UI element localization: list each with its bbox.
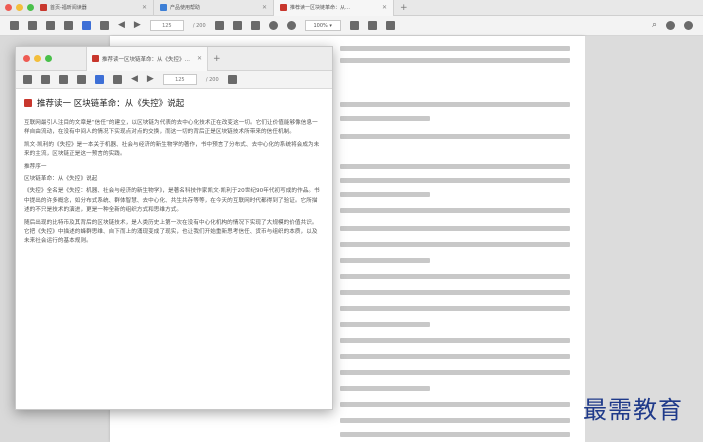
paragraph: 区块链革命：从《失控》说起: [24, 176, 98, 183]
tab-label: 产品使用帮助: [170, 5, 201, 11]
right-gutter: [585, 36, 703, 442]
app-tab-bar: 首页-福昕阅读器 ✕ 产品使用帮助 ✕ 推荐读一区块链革命：从… ✕ +: [0, 0, 703, 16]
blurred-text-line: [340, 432, 570, 437]
window-titlebar[interactable]: 推荐读一区块链革命：从《失控》… ✕ +: [16, 47, 332, 71]
zoom-icon[interactable]: [286, 21, 296, 30]
pdf-icon: [92, 55, 99, 62]
detached-document-window[interactable]: 推荐读一区块链革命：从《失控》… ✕ + ◀ ▶ 125 / 200 推荐读一 …: [15, 46, 333, 410]
blurred-text-line: [340, 354, 570, 359]
bookmark-icon[interactable]: [82, 21, 91, 30]
window-controls: [0, 4, 34, 11]
tab-label: 推荐读一区块链革命：从《失控》…: [102, 56, 191, 63]
blurred-text-line: [340, 258, 430, 263]
document-icon[interactable]: [100, 21, 109, 30]
print-icon[interactable]: [59, 75, 68, 84]
blurred-text-line: [340, 306, 570, 311]
copy-icon[interactable]: [77, 75, 86, 84]
new-tab-button[interactable]: +: [208, 54, 221, 64]
close-tab-icon[interactable]: ✕: [142, 4, 147, 11]
paragraph: 推荐序一: [24, 163, 47, 170]
image-icon[interactable]: [250, 21, 260, 30]
blurred-text-line: [340, 242, 570, 247]
open-folder-icon[interactable]: [23, 75, 32, 84]
tab-help[interactable]: 产品使用帮助 ✕: [154, 0, 274, 16]
print-icon[interactable]: [46, 21, 55, 30]
double-page-icon[interactable]: [232, 21, 242, 30]
blurred-text-line: [340, 402, 570, 407]
maximize-window-button[interactable]: [27, 4, 34, 11]
help-icon: [160, 4, 167, 11]
single-page-icon[interactable]: [214, 21, 224, 30]
new-tab-button[interactable]: +: [394, 0, 414, 16]
copy-icon[interactable]: [64, 21, 73, 30]
rotate-icon[interactable]: [268, 21, 278, 30]
download-icon[interactable]: [349, 21, 359, 30]
blurred-text-line: [340, 116, 430, 121]
blurred-text-line: [340, 322, 430, 327]
fit-width-icon[interactable]: [367, 21, 377, 30]
maximize-window-button[interactable]: [45, 55, 52, 62]
blurred-text-line: [340, 338, 570, 343]
zoom-select[interactable]: 100% ▾: [304, 20, 341, 31]
window-controls: [16, 55, 86, 62]
document-title-text: 推荐读一 区块链革命：从《失控》说起: [37, 99, 185, 109]
tab-label: 首页-福昕阅读器: [50, 5, 87, 11]
pdf-icon: [24, 99, 32, 107]
arrow-left-icon[interactable]: ◀: [131, 75, 138, 84]
document-icon[interactable]: [113, 75, 122, 84]
blurred-text-line: [340, 134, 570, 139]
pdf-icon: [280, 4, 287, 11]
save-icon[interactable]: [41, 75, 50, 84]
arrow-right-icon[interactable]: ▶: [134, 21, 141, 30]
page-total: / 200: [192, 22, 206, 29]
window-toolbar: ◀ ▶ 125 / 200: [16, 71, 332, 89]
paragraph: 互联网最引人注目的文章是“信任”的建立，以区块链为代表的去中心化技术正在改变这一…: [24, 120, 318, 136]
blurred-text-line: [340, 418, 570, 423]
account-icon[interactable]: [666, 21, 675, 30]
close-tab-icon[interactable]: ✕: [197, 55, 202, 62]
blurred-text-line: [340, 274, 570, 279]
main-toolbar: ◀ ▶ 125 / 200 100% ▾ ⌕: [0, 16, 703, 36]
close-window-button[interactable]: [5, 4, 12, 11]
tab-document[interactable]: 推荐读一区块链革命：从… ✕: [274, 0, 394, 16]
minimize-window-button[interactable]: [16, 4, 23, 11]
blurred-text-line: [340, 208, 570, 213]
tab-label: 推荐读一区块链革命：从…: [290, 5, 351, 11]
blurred-text-line: [340, 386, 430, 391]
page-total: / 200: [205, 76, 219, 83]
single-page-icon[interactable]: [227, 75, 237, 84]
menu-icon[interactable]: [385, 21, 395, 30]
home-icon: [40, 4, 47, 11]
paragraph: 凯文·凯利的《失控》是一本关于机器、社会与经济的新生物学的著作，书中预言了分布式…: [24, 141, 320, 158]
blurred-text-line: [340, 164, 570, 169]
document-content: 推荐读一 区块链革命：从《失控》说起 互联网最引人注目的文章是“信任”的建立，以…: [16, 89, 332, 247]
blurred-text-line: [340, 58, 570, 63]
close-window-button[interactable]: [23, 55, 30, 62]
blurred-text-line: [340, 178, 570, 183]
close-tab-icon[interactable]: ✕: [262, 4, 267, 11]
blurred-text-line: [340, 226, 570, 231]
minimize-window-button[interactable]: [34, 55, 41, 62]
watermark-logo: 最需教育: [583, 396, 683, 424]
blurred-text-line: [340, 370, 570, 375]
settings-icon[interactable]: [684, 21, 693, 30]
blurred-text-line: [340, 46, 570, 51]
tab-document[interactable]: 推荐读一区块链革命：从《失控》… ✕: [86, 47, 208, 71]
bookmark-icon[interactable]: [95, 75, 104, 84]
page-number-input[interactable]: 125: [149, 20, 184, 31]
paragraph: 《失控》全名是《失控：机器、社会与经济的新生物学》，是著名科技作家凯文·凯利于2…: [24, 188, 320, 214]
arrow-right-icon[interactable]: ▶: [147, 75, 154, 84]
blurred-text-line: [340, 102, 570, 107]
save-icon[interactable]: [28, 21, 37, 30]
open-folder-icon[interactable]: [10, 21, 19, 30]
blurred-text-line: [340, 192, 430, 197]
page-number-input[interactable]: 125: [162, 74, 197, 85]
close-tab-icon[interactable]: ✕: [382, 4, 387, 11]
arrow-left-icon[interactable]: ◀: [118, 21, 125, 30]
search-icon[interactable]: ⌕: [652, 21, 657, 30]
document-title: 推荐读一 区块链革命：从《失控》说起: [24, 97, 322, 109]
tab-home[interactable]: 首页-福昕阅读器 ✕: [34, 0, 154, 16]
blurred-text-line: [340, 290, 570, 295]
paragraph: 随后出现的比特币及其背后的区块链技术，是人类历史上第一次在没有中心化机构的情况下…: [24, 219, 318, 245]
